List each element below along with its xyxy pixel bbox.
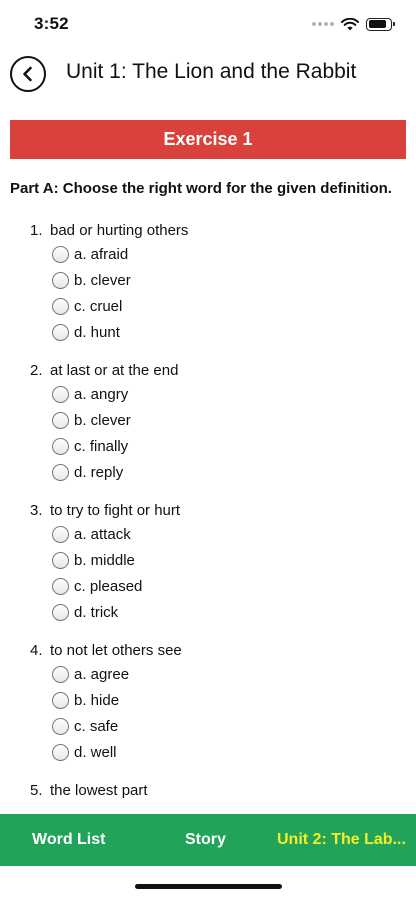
option-finally[interactable]: c. finally [0, 433, 416, 459]
option-label: a. afraid [74, 245, 129, 263]
back-button[interactable] [10, 56, 46, 92]
option-label: d. trick [74, 603, 119, 621]
status-icons [312, 17, 395, 31]
option-afraid[interactable]: a. afraid [0, 241, 416, 267]
radio-button[interactable] [52, 411, 69, 429]
radio-button[interactable] [52, 271, 69, 289]
question-text: 3. to try to fight or hurt [0, 500, 416, 521]
question-number: 1. [30, 222, 43, 239]
radio-button[interactable] [52, 691, 69, 709]
radio-button[interactable] [52, 717, 69, 735]
radio-button[interactable] [52, 245, 69, 263]
question-text: 2. at last or at the end [0, 360, 416, 381]
option-label: d. reply [74, 463, 124, 481]
page-title: Unit 1: The Lion and the Rabbit [66, 60, 357, 83]
option-label: a. attack [74, 525, 131, 543]
screen: 3:52 Unit 1: The Lion and the Rabbit Exe… [0, 0, 416, 900]
signal-icon [312, 22, 334, 26]
question-number: 3. [30, 502, 43, 519]
radio-button[interactable] [52, 551, 69, 569]
option-label: b. clever [74, 271, 131, 289]
radio-button[interactable] [52, 603, 69, 621]
option-trick[interactable]: d. trick [0, 599, 416, 625]
question-definition: to try to fight or hurt [50, 502, 181, 519]
part-a-title: Part A: Choose the right word for the gi… [10, 180, 392, 197]
option-label: c. cruel [74, 297, 123, 315]
question-number: 4. [30, 642, 43, 659]
option-agree[interactable]: a. agree [0, 661, 416, 687]
exercise-banner: Exercise 1 [10, 120, 406, 159]
radio-button[interactable] [52, 323, 69, 341]
radio-button[interactable] [52, 463, 69, 481]
status-bar: 3:52 [0, 0, 416, 48]
story-tab[interactable]: Story [185, 814, 226, 866]
question-text: 1. bad or hurting others [0, 220, 416, 241]
radio-button[interactable] [52, 385, 69, 403]
wifi-icon [341, 17, 359, 30]
option-label: b. middle [74, 551, 135, 569]
bottom-tab-bar: Word List Story Unit 2: The Lab... [0, 814, 416, 866]
radio-button[interactable] [52, 525, 69, 543]
nav-header: Unit 1: The Lion and the Rabbit [0, 52, 416, 94]
option-label: a. angry [74, 385, 129, 403]
battery-icon [366, 17, 395, 31]
option-label: b. clever [74, 411, 131, 429]
option-label: a. agree [74, 665, 130, 683]
question-list: 1. bad or hurting others a. afraid b. cl… [0, 220, 416, 816]
next-unit-tab[interactable]: Unit 2: The Lab... [277, 814, 406, 866]
question-2: 2. at last or at the end a. angry b. cle… [0, 360, 416, 485]
question-definition: bad or hurting others [50, 222, 189, 239]
option-hide[interactable]: b. hide [0, 687, 416, 713]
radio-button[interactable] [52, 437, 69, 455]
question-number: 5. [30, 782, 43, 799]
option-safe[interactable]: c. safe [0, 713, 416, 739]
radio-button[interactable] [52, 743, 69, 761]
option-middle[interactable]: b. middle [0, 547, 416, 573]
option-well[interactable]: d. well [0, 739, 416, 765]
status-time: 3:52 [34, 14, 69, 33]
option-angry[interactable]: a. angry [0, 381, 416, 407]
question-1: 1. bad or hurting others a. afraid b. cl… [0, 220, 416, 345]
option-label: c. finally [74, 437, 129, 455]
option-clever[interactable]: b. clever [0, 267, 416, 293]
question-definition: to not let others see [50, 642, 182, 659]
option-label: d. well [74, 743, 117, 761]
option-reply[interactable]: d. reply [0, 459, 416, 485]
word-list-tab[interactable]: Word List [32, 814, 105, 866]
option-hunt[interactable]: d. hunt [0, 319, 416, 345]
radio-button[interactable] [52, 297, 69, 315]
option-label: c. pleased [74, 577, 143, 595]
question-number: 2. [30, 362, 43, 379]
option-label: b. hide [74, 691, 120, 709]
question-5: 5. the lowest part [0, 780, 416, 801]
option-label: c. safe [74, 717, 119, 735]
option-cruel[interactable]: c. cruel [0, 293, 416, 319]
question-text: 4. to not let others see [0, 640, 416, 661]
chevron-left-icon [23, 66, 32, 82]
question-3: 3. to try to fight or hurt a. attack b. … [0, 500, 416, 625]
question-definition: the lowest part [50, 782, 148, 799]
option-clever[interactable]: b. clever [0, 407, 416, 433]
exercise-title: Exercise 1 [163, 129, 253, 149]
question-4: 4. to not let others see a. agree b. hid… [0, 640, 416, 765]
option-pleased[interactable]: c. pleased [0, 573, 416, 599]
option-label: d. hunt [74, 323, 120, 341]
question-definition: at last or at the end [50, 362, 179, 379]
radio-button[interactable] [52, 665, 69, 683]
home-indicator[interactable] [135, 884, 282, 889]
question-text: 5. the lowest part [0, 780, 416, 801]
option-attack[interactable]: a. attack [0, 521, 416, 547]
radio-button[interactable] [52, 577, 69, 595]
